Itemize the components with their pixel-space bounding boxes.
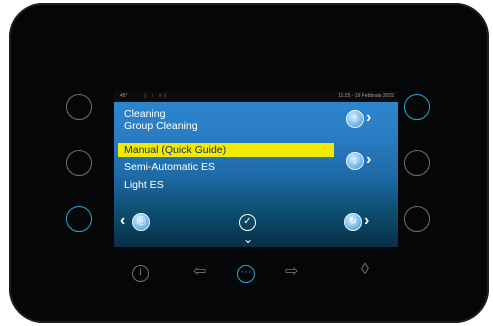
- more-icon[interactable]: ···: [237, 265, 255, 283]
- left-button-3[interactable]: [66, 206, 92, 232]
- scroll-down-icon[interactable]: ↓: [346, 152, 364, 170]
- drop-icon[interactable]: ◊: [361, 261, 369, 279]
- refresh-icon[interactable]: ↻: [344, 213, 362, 231]
- right-button-1[interactable]: [404, 94, 430, 120]
- scroll-up-icon[interactable]: ↑: [346, 110, 364, 128]
- back-icon[interactable]: ⎘: [132, 213, 150, 231]
- left-button-1[interactable]: [66, 94, 92, 120]
- chevron-left-icon: ‹: [120, 212, 126, 229]
- temperature-readout: 45°: [120, 93, 128, 99]
- menu-item-semi-automatic[interactable]: Semi-Automatic ES: [118, 160, 215, 174]
- menu-item-manual[interactable]: Manual (Quick Guide): [118, 143, 334, 157]
- page-title: Cleaning Group Cleaning: [124, 108, 198, 132]
- chevron-right-icon: ›: [366, 151, 372, 168]
- chevron-right-icon: ›: [366, 109, 372, 126]
- status-bar: 45° ▯ ⍿ ≡▯ 11:25 - 19 Febbraio 2015: [114, 91, 398, 102]
- display-screen: 45° ▯ ⍿ ≡▯ 11:25 - 19 Febbraio 2015 Clea…: [114, 91, 398, 247]
- chevron-right-icon: ›: [364, 212, 370, 229]
- status-icons: ▯ ⍿ ≡▯: [144, 93, 169, 99]
- menu-item-light[interactable]: Light ES: [118, 178, 164, 192]
- title-line-2: Group Cleaning: [124, 120, 198, 132]
- title-line-1: Cleaning: [124, 108, 166, 120]
- info-icon[interactable]: i: [132, 265, 149, 282]
- datetime-readout: 11:25 - 19 Febbraio 2015: [338, 93, 394, 99]
- right-button-3[interactable]: [404, 206, 430, 232]
- chevron-down-icon: ⌄: [243, 232, 254, 246]
- left-button-2[interactable]: [66, 150, 92, 176]
- right-arrow-icon[interactable]: ⇨: [285, 261, 298, 281]
- left-arrow-icon[interactable]: ⇦: [193, 261, 206, 281]
- confirm-icon[interactable]: ✓: [239, 214, 256, 231]
- right-button-2[interactable]: [404, 150, 430, 176]
